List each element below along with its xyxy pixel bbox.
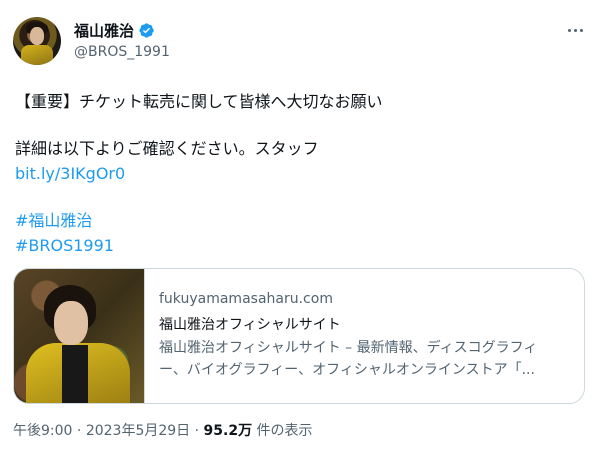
card-thumbnail (14, 269, 145, 403)
views-label: 件の表示 (256, 423, 313, 439)
tweet-line-1: 【重要】チケット転売に関して皆様へ大切なお願い (15, 92, 383, 111)
card-domain: fukuyamamasaharu.com (159, 291, 333, 307)
tweet: 福山雅治 @BROS_1991 【重要】チケット転売に関して皆様へ大切なお願い … (0, 0, 600, 452)
tweet-link[interactable]: bit.ly/3IKgOr0 (15, 162, 125, 186)
avatar[interactable] (13, 17, 61, 65)
display-name[interactable]: 福山雅治 (74, 20, 134, 41)
meta-separator: · (76, 423, 82, 439)
tweet-line-2: 詳細は以下よりご確認ください。スタッフ (15, 139, 319, 158)
author-name-row[interactable]: 福山雅治 (74, 20, 155, 41)
card-description-line-2: ー、バイオグラフィー、オフィシャルオンラインストア「... (159, 362, 535, 378)
hashtag-1[interactable]: #福山雅治 (15, 209, 92, 233)
card-title: 福山雅治オフィシャルサイト (159, 317, 341, 333)
views-count: 95.2万 (203, 423, 253, 439)
hashtag-2[interactable]: #BROS1991 (15, 234, 114, 258)
verified-badge-icon (139, 23, 154, 38)
meta-separator-2: · (194, 423, 200, 439)
tweet-date[interactable]: 2023年5月29日 (86, 423, 190, 439)
link-preview-card[interactable]: fukuyamamasaharu.com 福山雅治オフィシャルサイト 福山雅治オ… (13, 268, 585, 404)
tweet-meta: 午後9:00 · 2023年5月29日 · 95.2万 件の表示 (13, 420, 313, 440)
card-description: 福山雅治オフィシャルサイト – 最新情報、ディスコグラフィ ー、バイオグラフィー… (159, 337, 537, 381)
handle[interactable]: @BROS_1991 (74, 44, 170, 60)
tweet-time[interactable]: 午後9:00 (13, 423, 72, 439)
more-options-icon[interactable] (560, 20, 590, 40)
card-description-line-1: 福山雅治オフィシャルサイト – 最新情報、ディスコグラフィ (159, 340, 538, 356)
